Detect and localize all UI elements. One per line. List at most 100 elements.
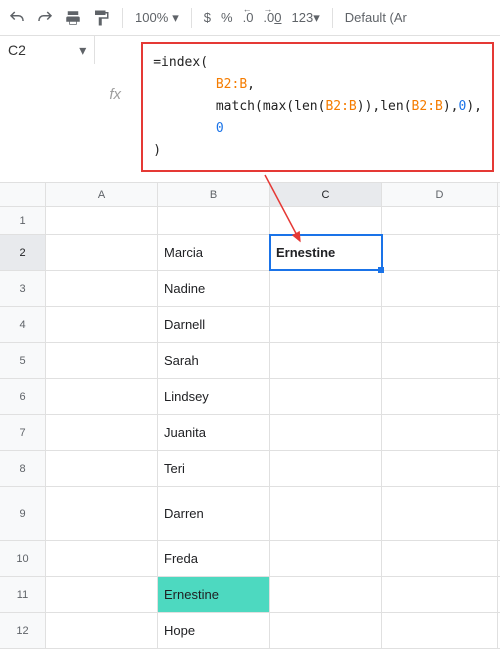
cell[interactable] [270, 415, 382, 450]
grid-row: 9 Darren [0, 487, 500, 541]
cell[interactable] [382, 487, 498, 540]
cell[interactable] [46, 577, 158, 612]
cell[interactable] [270, 487, 382, 540]
row-header[interactable]: 4 [0, 307, 46, 342]
cell[interactable] [270, 379, 382, 414]
cell[interactable]: Freda [158, 541, 270, 576]
cell[interactable] [270, 541, 382, 576]
grid-row: 6 Lindsey [0, 379, 500, 415]
currency-format-button[interactable]: $ [204, 10, 211, 25]
row-header[interactable]: 10 [0, 541, 46, 576]
row-header[interactable]: 8 [0, 451, 46, 486]
cell[interactable] [382, 541, 498, 576]
row-header[interactable]: 5 [0, 343, 46, 378]
column-header-c[interactable]: C [270, 183, 382, 206]
column-header-a[interactable]: A [46, 183, 158, 206]
name-box-value: C2 [8, 42, 26, 58]
cell[interactable]: Teri [158, 451, 270, 486]
column-header-d[interactable]: D [382, 183, 498, 206]
grid-row: 5 Sarah [0, 343, 500, 379]
cell[interactable] [382, 207, 498, 234]
cell[interactable] [382, 235, 498, 270]
cell[interactable]: Nadine [158, 271, 270, 306]
cell[interactable] [46, 235, 158, 270]
column-header-b[interactable]: B [158, 183, 270, 206]
cell[interactable] [46, 379, 158, 414]
select-all-corner[interactable] [0, 183, 46, 206]
cell[interactable] [46, 487, 158, 540]
row-header[interactable]: 2 [0, 235, 46, 270]
formula-input[interactable]: =index( B2:B, match(max(len(B2:B)),len(B… [141, 42, 494, 172]
percent-format-button[interactable]: % [221, 10, 233, 25]
cell[interactable] [270, 307, 382, 342]
cell[interactable] [382, 415, 498, 450]
grid-row: 10 Freda [0, 541, 500, 577]
cell-selected[interactable]: Ernestine [270, 235, 382, 270]
cell[interactable]: Juanita [158, 415, 270, 450]
grid-row: 11 Ernestine [0, 577, 500, 613]
grid-row: 2 Marcia Ernestine [0, 235, 500, 271]
cell[interactable] [382, 613, 498, 648]
cell[interactable] [382, 577, 498, 612]
row-header[interactable]: 11 [0, 577, 46, 612]
column-headers: A B C D [0, 183, 500, 207]
cell[interactable]: Sarah [158, 343, 270, 378]
cell[interactable] [158, 207, 270, 234]
toolbar: 100% ▾ $ % .0← .00→ 123▾ Default (Ar [0, 0, 500, 36]
cell[interactable] [382, 343, 498, 378]
cell[interactable]: Darren [158, 487, 270, 540]
chevron-down-icon: ▾ [172, 10, 179, 26]
cell[interactable]: Darnell [158, 307, 270, 342]
cell[interactable] [46, 271, 158, 306]
cell-highlighted[interactable]: Ernestine [158, 577, 270, 612]
grid-row: 8 Teri [0, 451, 500, 487]
row-header[interactable]: 9 [0, 487, 46, 540]
grid-row: 1 [0, 207, 500, 235]
cell[interactable] [46, 415, 158, 450]
cell[interactable]: Marcia [158, 235, 270, 270]
zoom-value: 100% [135, 10, 168, 25]
cell[interactable] [382, 379, 498, 414]
grid-row: 7 Juanita [0, 415, 500, 451]
cell[interactable] [382, 307, 498, 342]
cell[interactable] [270, 577, 382, 612]
print-icon[interactable] [64, 9, 82, 27]
undo-icon[interactable] [8, 9, 26, 27]
cell[interactable] [270, 207, 382, 234]
fx-icon: fx [95, 36, 135, 103]
cell[interactable] [270, 343, 382, 378]
cell[interactable] [46, 307, 158, 342]
toolbar-separator [122, 8, 123, 28]
cell[interactable] [382, 451, 498, 486]
paint-format-icon[interactable] [92, 9, 110, 27]
cell[interactable] [46, 343, 158, 378]
cell[interactable] [270, 451, 382, 486]
formula-bar-row: C2 ▾ fx =index( B2:B, match(max(len(B2:B… [0, 36, 500, 183]
cell[interactable] [46, 613, 158, 648]
row-header[interactable]: 7 [0, 415, 46, 450]
chevron-down-icon: ▾ [313, 10, 320, 25]
cell[interactable] [270, 613, 382, 648]
cell[interactable] [270, 271, 382, 306]
cell[interactable] [46, 451, 158, 486]
cell[interactable] [46, 207, 158, 234]
spreadsheet-grid: A B C D 1 2 Marcia Ernestine 3 Nadine 4 … [0, 183, 500, 649]
zoom-dropdown[interactable]: 100% ▾ [135, 10, 179, 26]
formula-bar: fx =index( B2:B, match(max(len(B2:B)),le… [95, 36, 500, 182]
redo-icon[interactable] [36, 9, 54, 27]
row-header[interactable]: 3 [0, 271, 46, 306]
decrease-decimal-button[interactable]: .0← [243, 10, 254, 25]
font-dropdown[interactable]: Default (Ar [345, 10, 407, 25]
name-box[interactable]: C2 ▾ [0, 36, 95, 64]
grid-row: 12 Hope [0, 613, 500, 649]
more-formats-button[interactable]: 123▾ [292, 10, 320, 26]
cell[interactable]: Hope [158, 613, 270, 648]
cell[interactable] [382, 271, 498, 306]
row-header[interactable]: 12 [0, 613, 46, 648]
cell[interactable]: Lindsey [158, 379, 270, 414]
cell[interactable] [46, 541, 158, 576]
increase-decimal-button[interactable]: .00→ [263, 10, 281, 25]
toolbar-separator [191, 8, 192, 28]
row-header[interactable]: 6 [0, 379, 46, 414]
row-header[interactable]: 1 [0, 207, 46, 234]
